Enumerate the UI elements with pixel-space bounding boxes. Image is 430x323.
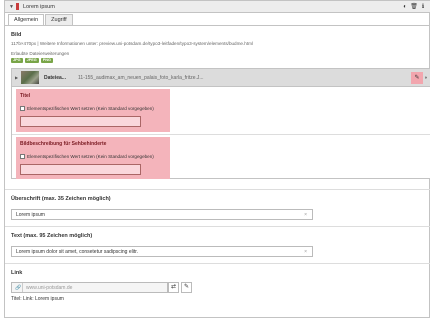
file-type-label: Dateiea... bbox=[44, 75, 66, 81]
section-divider bbox=[5, 189, 430, 190]
link-placeholder: www.uni-potsdam.de bbox=[26, 285, 73, 291]
allowed-extensions-label: Erlaubte Dateierweiterungen bbox=[11, 51, 70, 56]
bildbeschreibung-section: Bildbeschreibung für Sehbehinderte Eleme… bbox=[16, 137, 170, 179]
content-element-panel: ▼ Lorem ipsum ◐ 🗑 ℹ Allgemein Zugriff Bi… bbox=[4, 0, 430, 318]
file-reference-row[interactable]: ▶ Dateiea... 11-155_audimax_am_neuen_pal… bbox=[12, 69, 430, 87]
titel-section: Titel Elementspezifischen Wert setzen (K… bbox=[16, 89, 170, 132]
tab-allgemein[interactable]: Allgemein bbox=[8, 14, 45, 25]
pencil-icon[interactable]: ✎ bbox=[411, 72, 423, 84]
info-icon[interactable]: ℹ bbox=[419, 3, 427, 11]
bildbeschreibung-label: Bildbeschreibung für Sehbehinderte bbox=[20, 141, 107, 147]
bildbeschreibung-checkbox-label: Elementspezifischen Wert setzen (Kein St… bbox=[27, 154, 154, 159]
text-value: Lorem ipsum dolor sit amet, consetetur s… bbox=[16, 249, 138, 255]
bildbeschreibung-override-checkbox[interactable] bbox=[20, 154, 25, 159]
extension-badges: JPG JPEG PNG bbox=[11, 58, 53, 63]
section-divider bbox=[5, 263, 430, 264]
element-type-icon bbox=[16, 3, 19, 10]
ueberschrift-input[interactable]: Lorem ipsum × bbox=[11, 209, 313, 220]
file-reference-box: ▶ Dateiea... 11-155_audimax_am_neuen_pal… bbox=[11, 68, 430, 179]
link-edit-icon[interactable]: ✎ bbox=[181, 282, 192, 293]
link-input-divider bbox=[22, 283, 23, 292]
eye-icon[interactable]: ◑ bbox=[424, 72, 430, 84]
file-thumbnail bbox=[21, 71, 39, 84]
link-info: Titel: Link: Lorem ipsum bbox=[11, 296, 64, 302]
text-label: Text (max. 95 Zeichen möglich) bbox=[11, 233, 93, 239]
ueberschrift-value: Lorem ipsum bbox=[16, 212, 45, 218]
link-browser-icon[interactable]: ⇄ bbox=[168, 282, 179, 293]
titel-override-checkbox[interactable] bbox=[20, 106, 25, 111]
header-actions: ◐ 🗑 ℹ bbox=[401, 3, 427, 11]
chevron-down-icon[interactable]: ▼ bbox=[9, 4, 14, 10]
clear-icon[interactable]: × bbox=[304, 212, 307, 218]
bild-size-info: 117b×470px | Weitere Informationen unter… bbox=[11, 41, 253, 46]
text-input[interactable]: Lorem ipsum dolor sit amet, consetetur s… bbox=[11, 246, 313, 257]
file-name: 11-155_audimax_am_neuen_palais_foto_karl… bbox=[78, 75, 204, 81]
link-icon: 🔗 bbox=[15, 285, 22, 291]
bild-label: Bild bbox=[11, 32, 22, 38]
chevron-right-icon[interactable]: ▶ bbox=[15, 75, 18, 80]
ueberschrift-label: Überschrift (max. 35 Zeichen möglich) bbox=[11, 196, 111, 202]
bildbeschreibung-input[interactable] bbox=[20, 164, 141, 175]
toggle-icon[interactable]: ◐ bbox=[401, 3, 409, 11]
panel-header[interactable]: ▼ Lorem ipsum ◐ 🗑 ℹ bbox=[5, 1, 430, 13]
titel-checkbox-label: Elementspezifischen Wert setzen (Kein St… bbox=[27, 106, 154, 111]
panel-title: Lorem ipsum bbox=[23, 4, 55, 10]
tab-bar: Allgemein Zugriff bbox=[8, 14, 73, 25]
extension-badge: JPG bbox=[11, 58, 23, 63]
clear-icon[interactable]: × bbox=[304, 249, 307, 255]
tab-zugriff[interactable]: Zugriff bbox=[45, 14, 73, 25]
link-input[interactable]: 🔗 www.uni-potsdam.de bbox=[11, 282, 168, 293]
extension-badge: PNG bbox=[40, 58, 53, 63]
titel-label: Titel bbox=[20, 93, 31, 99]
extension-badge: JPEG bbox=[24, 58, 39, 63]
link-label: Link bbox=[11, 270, 23, 276]
section-divider bbox=[12, 134, 430, 135]
section-divider bbox=[5, 226, 430, 227]
tab-divider bbox=[5, 25, 430, 26]
trash-icon[interactable]: 🗑 bbox=[410, 3, 418, 11]
titel-input[interactable] bbox=[20, 116, 141, 127]
